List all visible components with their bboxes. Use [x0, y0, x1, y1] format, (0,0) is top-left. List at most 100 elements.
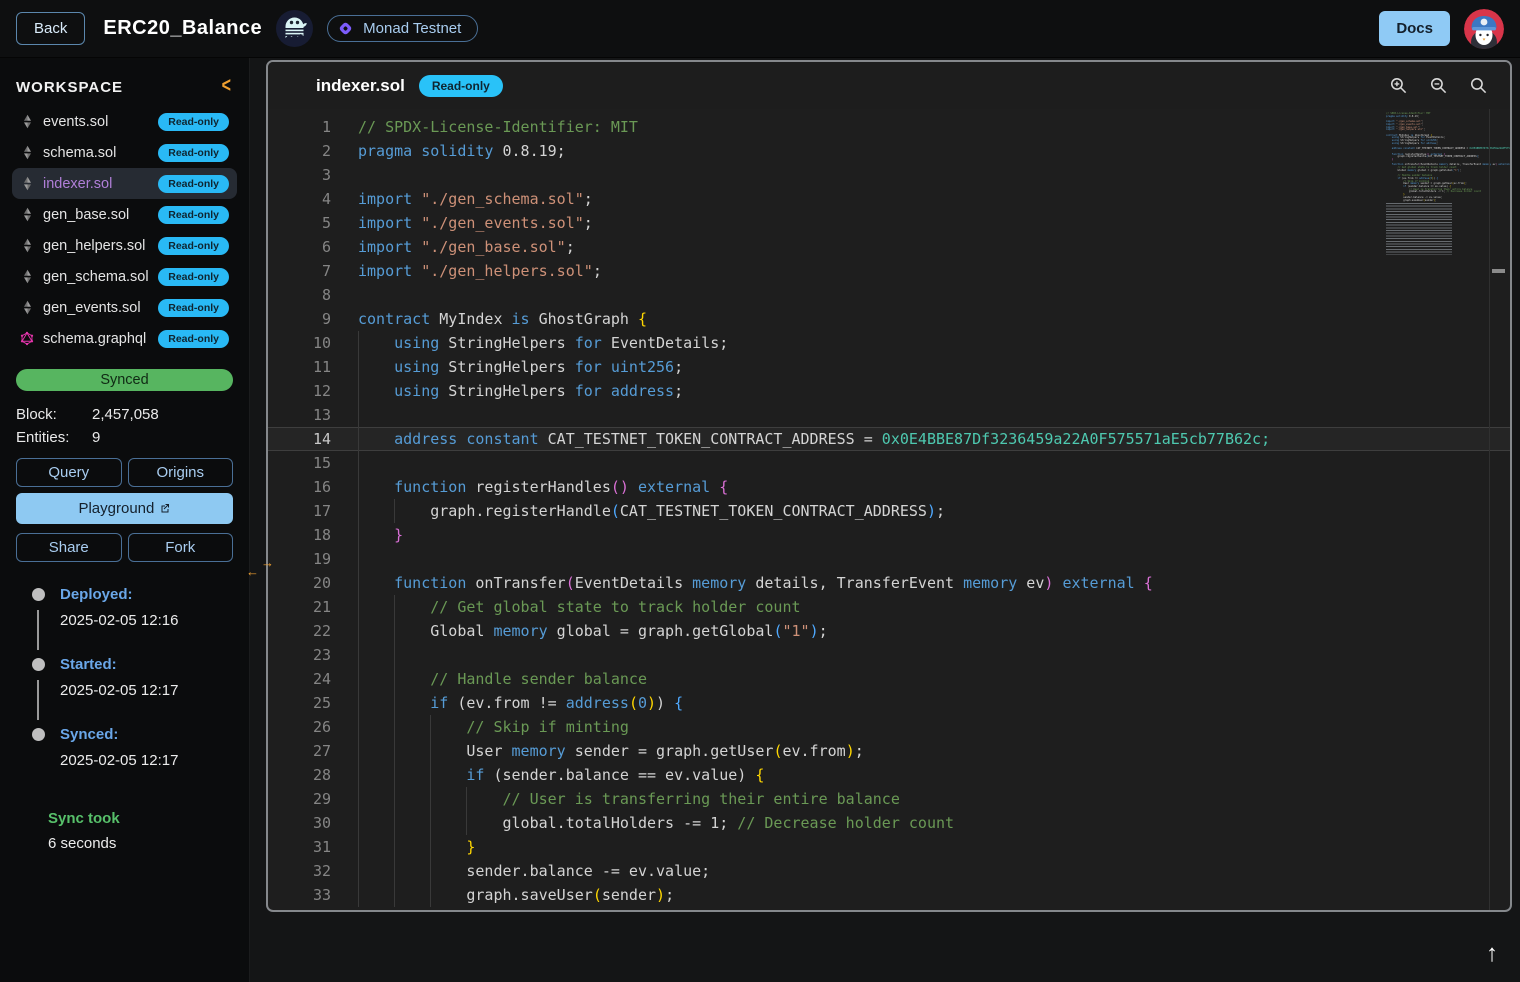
timeline-label: Deployed:	[60, 586, 233, 603]
indent-guide	[358, 499, 359, 523]
indent-guide	[430, 859, 431, 883]
line-number: 25	[268, 691, 331, 715]
origins-button[interactable]: Origins	[128, 458, 234, 487]
code-line: 9contract MyIndex is GhostGraph {	[268, 307, 1510, 331]
file-list: events.solRead-onlyschema.solRead-onlyin…	[0, 106, 249, 354]
indent-guide	[358, 379, 359, 403]
playground-button[interactable]: Playground	[16, 493, 233, 524]
code-line: 6import "./gen_base.sol";	[268, 235, 1510, 259]
minimap[interactable]: // SPDX-License-Identifier: MITpragma so…	[1382, 111, 1492, 255]
indent-guide	[394, 691, 395, 715]
indent-guide	[430, 835, 431, 859]
indent-guide	[358, 355, 359, 379]
stat-label: Block:	[16, 406, 92, 423]
fork-button[interactable]: Fork	[128, 533, 234, 562]
indent-guide	[430, 811, 431, 835]
line-number: 4	[268, 187, 331, 211]
read-only-badge: Read-only	[158, 330, 229, 348]
indent-guide	[430, 883, 431, 907]
collapse-sidebar-icon[interactable]: <	[222, 75, 231, 98]
search-icon[interactable]	[1469, 76, 1488, 95]
code-line: 29 // User is transferring their entire …	[268, 787, 1510, 811]
stats-block: Block:2,457,058Entities:9	[0, 403, 249, 449]
code-line: 20 function onTransfer(EventDetails memo…	[268, 571, 1510, 595]
line-number: 19	[268, 547, 331, 571]
line-number: 6	[268, 235, 331, 259]
code-line: 22 Global memory global = graph.getGloba…	[268, 619, 1510, 643]
sidebar-file-schema-sol[interactable]: schema.sol Read-only	[12, 137, 237, 168]
file-name: schema.graphql	[43, 331, 149, 347]
docs-button[interactable]: Docs	[1379, 11, 1450, 46]
timeline-value: 2025-02-05 12:16	[60, 612, 233, 629]
timeline-label: Started:	[60, 656, 233, 673]
line-number: 21	[268, 595, 331, 619]
timeline-dot	[32, 658, 45, 671]
line-number: 7	[268, 259, 331, 283]
line-number: 26	[268, 715, 331, 739]
line-number: 28	[268, 763, 331, 787]
line-number: 18	[268, 523, 331, 547]
code-editor-panel: indexer.sol Read-only	[266, 60, 1512, 912]
sidebar-file-gen_helpers-sol[interactable]: gen_helpers.solRead-only	[12, 230, 237, 261]
editor-header: indexer.sol Read-only	[268, 62, 1510, 109]
code-line: 11 using StringHelpers for uint256;	[268, 355, 1510, 379]
indent-guide	[358, 403, 359, 427]
sidebar-file-schema-graphql[interactable]: schema.graphql Read-only	[12, 323, 237, 354]
indent-guide	[358, 643, 359, 667]
sidebar-file-indexer-sol[interactable]: indexer.sol Read-only	[12, 168, 237, 199]
network-label: Monad Testnet	[363, 20, 461, 37]
sync-duration-label: Sync took	[48, 810, 249, 827]
code-line: 8	[268, 283, 1510, 307]
line-number: 23	[268, 643, 331, 667]
minimap-continuation	[1386, 203, 1452, 255]
indent-guide	[358, 883, 359, 907]
sidebar-file-gen_base-sol[interactable]: gen_base.solRead-only	[12, 199, 237, 230]
avatar[interactable]	[1464, 9, 1504, 49]
code-line: 18 }	[268, 523, 1510, 547]
file-name: schema.sol	[43, 145, 149, 161]
app-shell: WORKSPACE < events.solRead-onlyschema.so…	[0, 58, 1520, 982]
indent-guide	[358, 331, 359, 355]
code-line: 10 using StringHelpers for EventDetails;	[268, 331, 1510, 355]
indent-guide	[358, 451, 359, 475]
zoom-in-icon[interactable]	[1389, 76, 1408, 95]
back-button[interactable]: Back	[16, 12, 85, 45]
indent-guide	[358, 715, 359, 739]
code-line: 25 if (ev.from != address(0)) {	[268, 691, 1510, 715]
scrollbar-handle[interactable]	[1492, 269, 1505, 273]
scroll-top-button[interactable]: ↑	[1486, 942, 1498, 966]
code-line: 23	[268, 643, 1510, 667]
top-bar: Back ERC20_Balance Monad Testnet Docs	[0, 0, 1520, 58]
code-line: 17 graph.registerHandle(CAT_TESTNET_TOKE…	[268, 499, 1510, 523]
line-number: 5	[268, 211, 331, 235]
line-number: 29	[268, 787, 331, 811]
timeline-value: 2025-02-05 12:17	[60, 682, 233, 699]
share-button[interactable]: Share	[16, 533, 122, 562]
sidebar-resize-handle-icon[interactable]: → ←	[246, 558, 274, 582]
indent-guide	[430, 787, 431, 811]
sidebar-file-gen_schema-sol[interactable]: gen_schema.solRead-only	[12, 261, 237, 292]
query-button[interactable]: Query	[16, 458, 122, 487]
indent-guide	[394, 883, 395, 907]
code-area[interactable]: 1// SPDX-License-Identifier: MIT2pragma …	[268, 109, 1510, 910]
zoom-out-icon[interactable]	[1429, 76, 1448, 95]
page-title: ERC20_Balance	[103, 17, 262, 40]
read-only-badge: Read-only	[158, 113, 229, 131]
file-name: indexer.sol	[43, 176, 149, 192]
indent-guide	[394, 787, 395, 811]
indent-guide	[358, 523, 359, 547]
indent-guide	[358, 595, 359, 619]
line-number: 8	[268, 283, 331, 307]
read-only-badge: Read-only	[158, 175, 229, 193]
sidebar-file-gen_events-sol[interactable]: gen_events.solRead-only	[12, 292, 237, 323]
line-number: 27	[268, 739, 331, 763]
open-file-name: indexer.sol	[316, 76, 405, 96]
sidebar-file-events-sol[interactable]: events.solRead-only	[12, 106, 237, 137]
network-badge[interactable]: Monad Testnet	[327, 15, 478, 42]
indent-guide	[358, 667, 359, 691]
timeline-dot	[32, 588, 45, 601]
read-only-badge: Read-only	[158, 299, 229, 317]
read-only-badge: Read-only	[158, 144, 229, 162]
timeline-value: 2025-02-05 12:17	[60, 752, 233, 769]
line-number: 2	[268, 139, 331, 163]
